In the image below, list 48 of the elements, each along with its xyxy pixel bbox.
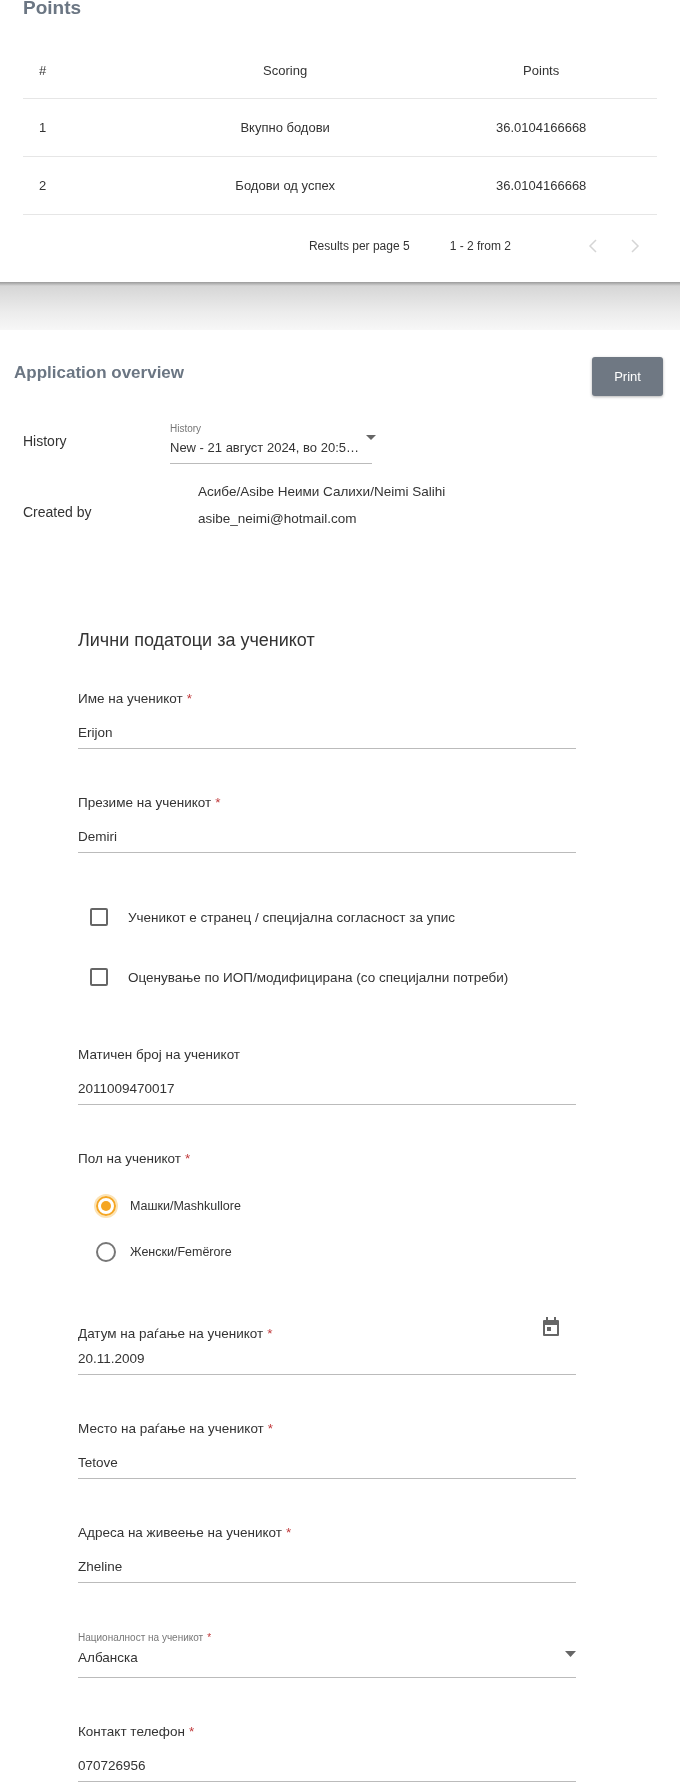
dropdown-arrow-icon — [366, 435, 376, 440]
table-cell-text: 2 — [38, 178, 47, 193]
checkbox-label: Оценување по ИОП/модифицирана (со специјални потреби) — [128, 969, 509, 985]
input-field[interactable]: Tetove — [78, 1454, 576, 1479]
field-label: Националност на ученикот * — [78, 1632, 212, 1644]
column-header: # — [38, 62, 47, 78]
checkbox[interactable] — [90, 908, 108, 926]
table-cell: Вкупно бодови — [240, 120, 330, 135]
section-title: Points — [23, 0, 82, 19]
creator-email: asibe_neimi@hotmail.com — [198, 511, 358, 526]
radio-button[interactable] — [96, 1196, 116, 1216]
field-label: Адреса на живеење на ученикот * — [78, 1524, 292, 1542]
column-header: Scoring — [263, 62, 308, 78]
field-label: Пол на ученикот * — [78, 1150, 191, 1168]
section-title: Лични податоци за ученикот — [78, 630, 315, 651]
table-cell: 36.0104166668 — [495, 178, 587, 193]
field-label: Матичен број на ученикот — [78, 1046, 241, 1064]
radio-label: Женски/Femërore — [130, 1245, 232, 1259]
field-label: Контакт телефон * — [78, 1723, 195, 1741]
field-label: Место на раѓање на ученикот * — [78, 1420, 274, 1438]
creator-name: Асибе/Asibe Неими Салихи/Neimi Salihi — [198, 484, 446, 499]
input-field[interactable]: Erijon — [78, 724, 576, 749]
input-field[interactable]: Demiri — [78, 828, 576, 853]
calendar-icon[interactable] — [542, 1317, 560, 1337]
dropdown-arrow-icon — [565, 1651, 576, 1657]
table-cell-text: 1 — [38, 120, 47, 135]
section-title: Application overview — [14, 363, 185, 383]
radio-button[interactable] — [96, 1242, 116, 1262]
field-label: Презиме на ученикот * — [78, 794, 221, 812]
radio-label: Машки/Mashkullore — [130, 1199, 241, 1213]
field-label: Датум на раѓање на ученикот * — [78, 1325, 273, 1343]
table-cell: Бодови од успех — [235, 178, 335, 193]
field-label: Име на ученикот * — [78, 690, 192, 708]
page-range: 1 - 2 from 2 — [449, 239, 511, 253]
input-field[interactable]: 070726956 — [78, 1757, 576, 1782]
input-field[interactable]: Zheline — [78, 1558, 576, 1583]
column-header: Points — [523, 62, 560, 78]
date-field[interactable]: 20.11.2009 — [78, 1350, 576, 1375]
print-button[interactable]: Print — [592, 357, 663, 396]
checkbox[interactable] — [90, 968, 108, 986]
results-per-page: Results per page 5 — [308, 239, 410, 253]
field-label: History — [23, 433, 68, 449]
history-select[interactable]: History New - 21 август 2024, во 20:5… — [170, 418, 372, 464]
select-field[interactable]: Албанска — [78, 1649, 576, 1678]
field-label: Created by — [23, 504, 93, 520]
checkbox-label: Ученикот е странец / специјална согласност за упис — [128, 909, 456, 925]
table-cell: 36.0104166668 — [495, 120, 587, 135]
input-field[interactable]: 2011009470017 — [78, 1080, 576, 1105]
